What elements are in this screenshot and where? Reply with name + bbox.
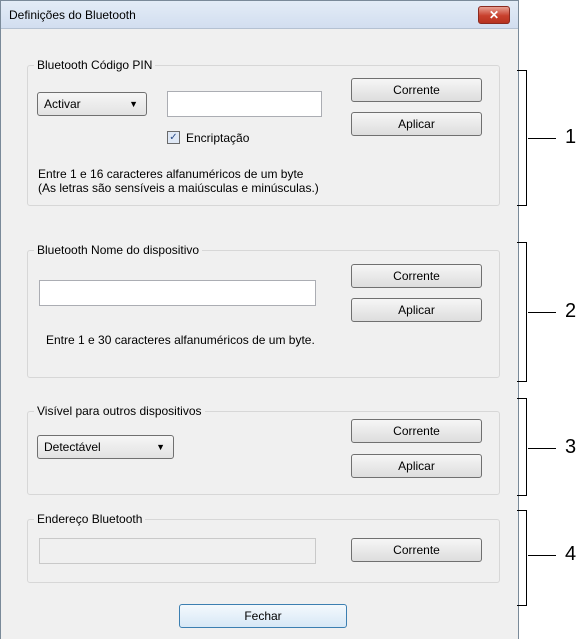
address-group-label: Endereço Bluetooth — [34, 512, 146, 526]
encryption-label: Encriptação — [186, 131, 250, 145]
callout-line-1 — [528, 138, 556, 139]
pin-apply-button[interactable]: Aplicar — [351, 112, 482, 136]
pin-mode-select[interactable]: Activar ▼ — [37, 92, 147, 116]
pin-help-line2: (As letras são sensíveis a maiúsculas e … — [38, 181, 319, 195]
pin-mode-value: Activar — [44, 97, 81, 111]
callout-label-4: 4 — [565, 543, 577, 565]
pin-current-button[interactable]: Corrente — [351, 78, 482, 102]
callout-label-3: 3 — [565, 436, 577, 458]
callout-line-2 — [528, 312, 556, 313]
chevron-down-icon: ▼ — [129, 99, 138, 109]
name-group-label: Bluetooth Nome do dispositivo — [34, 243, 203, 257]
callout-bracket-4 — [517, 510, 527, 606]
visibility-apply-button[interactable]: Aplicar — [351, 454, 482, 478]
address-current-button[interactable]: Corrente — [351, 538, 482, 562]
title-bar: Definições do Bluetooth ✕ — [1, 1, 518, 29]
name-apply-button[interactable]: Aplicar — [351, 298, 482, 322]
visibility-select[interactable]: Detectável ▼ — [37, 435, 174, 459]
callout-label-1: 1 — [565, 126, 577, 148]
name-help: Entre 1 e 30 caracteres alfanuméricos de… — [46, 333, 315, 347]
pin-input[interactable] — [167, 91, 322, 117]
close-button[interactable]: Fechar — [179, 604, 347, 628]
name-current-button[interactable]: Corrente — [351, 264, 482, 288]
visibility-value: Detectável — [44, 440, 101, 454]
device-name-input[interactable] — [39, 280, 316, 306]
callout-bracket-1 — [517, 70, 527, 206]
callout-bracket-2 — [517, 242, 527, 382]
pin-help-line1: Entre 1 e 16 caracteres alfanuméricos de… — [38, 167, 304, 181]
bluetooth-settings-window: Definições do Bluetooth ✕ Bluetooth Códi… — [0, 0, 519, 639]
visibility-group-label: Visível para outros dispositivos — [34, 404, 205, 418]
callout-bracket-3 — [517, 398, 527, 496]
window-title: Definições do Bluetooth — [9, 8, 136, 22]
close-icon[interactable]: ✕ — [478, 6, 510, 24]
encryption-checkbox[interactable]: ✓ — [167, 131, 180, 144]
callout-line-4 — [528, 555, 556, 556]
callout-label-2: 2 — [565, 300, 577, 322]
pin-group-label: Bluetooth Código PIN — [34, 58, 156, 72]
callout-line-3 — [528, 448, 556, 449]
address-field — [39, 538, 316, 564]
chevron-down-icon: ▼ — [156, 442, 165, 452]
visibility-current-button[interactable]: Corrente — [351, 419, 482, 443]
